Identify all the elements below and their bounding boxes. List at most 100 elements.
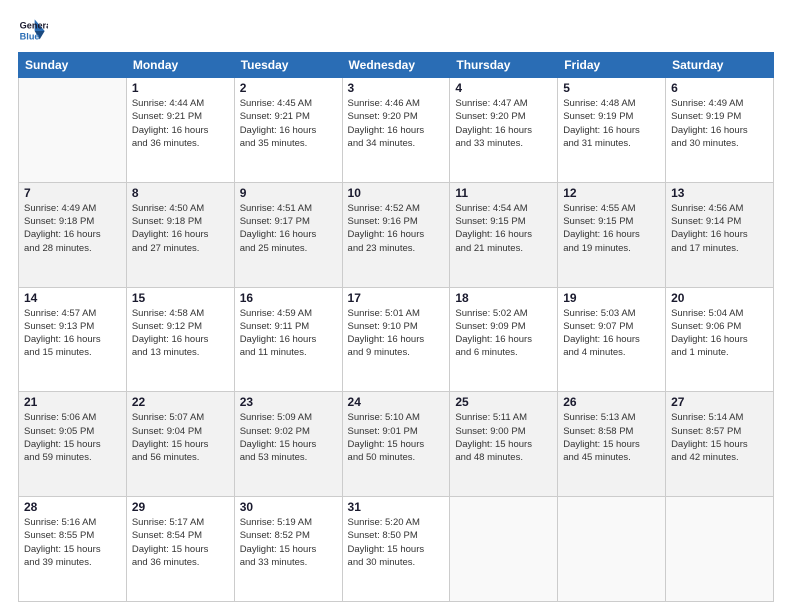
day-number: 3 xyxy=(348,81,445,95)
day-number: 10 xyxy=(348,186,445,200)
calendar-cell: 8 Sunrise: 4:50 AMSunset: 9:18 PMDaylight… xyxy=(126,182,234,287)
calendar-cell: 12Sunrise: 4:55 AMSunset: 9:15 PMDayligh… xyxy=(558,182,666,287)
cell-content: Sunrise: 4:54 AMSunset: 9:15 PMDaylight:… xyxy=(455,202,552,255)
calendar-cell: 27 Sunrise: 5:14 AMSunset: 8:57 PMDayligh… xyxy=(666,392,774,497)
calendar-week-row: 28 Sunrise: 5:16 AMSunset: 8:55 PMDayligh… xyxy=(19,497,774,602)
cell-content: Sunrise: 5:14 AMSunset: 8:57 PMDaylight:… xyxy=(671,411,768,464)
day-number: 1 xyxy=(132,81,229,95)
calendar-cell: 24 Sunrise: 5:10 AMSunset: 9:01 PMDayligh… xyxy=(342,392,450,497)
day-number: 11 xyxy=(455,186,552,200)
col-header-wednesday: Wednesday xyxy=(342,53,450,78)
calendar-week-row: 14Sunrise: 4:57 AMSunset: 9:13 PMDayligh… xyxy=(19,287,774,392)
cell-content: Sunrise: 4:58 AMSunset: 9:12 PMDaylight:… xyxy=(132,307,229,360)
calendar-cell: 10 Sunrise: 4:52 AMSunset: 9:16 PMDayligh… xyxy=(342,182,450,287)
logo: General Blue xyxy=(18,16,48,46)
day-number: 21 xyxy=(24,395,121,409)
calendar-cell: 5 Sunrise: 4:48 AMSunset: 9:19 PMDaylight… xyxy=(558,78,666,183)
logo-icon: General Blue xyxy=(18,16,48,46)
calendar-cell: 13Sunrise: 4:56 AMSunset: 9:14 PMDayligh… xyxy=(666,182,774,287)
calendar-week-row: 1 Sunrise: 4:44 AMSunset: 9:21 PMDaylight… xyxy=(19,78,774,183)
cell-content: Sunrise: 5:01 AMSunset: 9:10 PMDaylight:… xyxy=(348,307,445,360)
calendar-cell: 9 Sunrise: 4:51 AMSunset: 9:17 PMDaylight… xyxy=(234,182,342,287)
calendar-cell: 3 Sunrise: 4:46 AMSunset: 9:20 PMDaylight… xyxy=(342,78,450,183)
calendar-cell: 31Sunrise: 5:20 AMSunset: 8:50 PMDayligh… xyxy=(342,497,450,602)
page: General Blue SundayMondayTuesdayWednesda… xyxy=(0,0,792,612)
calendar-cell: 1 Sunrise: 4:44 AMSunset: 9:21 PMDaylight… xyxy=(126,78,234,183)
day-number: 4 xyxy=(455,81,552,95)
calendar-cell: 22 Sunrise: 5:07 AMSunset: 9:04 PMDayligh… xyxy=(126,392,234,497)
cell-content: Sunrise: 5:19 AMSunset: 8:52 PMDaylight:… xyxy=(240,516,337,569)
day-number: 9 xyxy=(240,186,337,200)
cell-content: Sunrise: 5:09 AMSunset: 9:02 PMDaylight:… xyxy=(240,411,337,464)
cell-content: Sunrise: 5:10 AMSunset: 9:01 PMDaylight:… xyxy=(348,411,445,464)
day-number: 16 xyxy=(240,291,337,305)
day-number: 22 xyxy=(132,395,229,409)
cell-content: Sunrise: 4:51 AMSunset: 9:17 PMDaylight:… xyxy=(240,202,337,255)
col-header-sunday: Sunday xyxy=(19,53,127,78)
cell-content: Sunrise: 5:07 AMSunset: 9:04 PMDaylight:… xyxy=(132,411,229,464)
svg-text:Blue: Blue xyxy=(20,31,40,41)
cell-content: Sunrise: 5:11 AMSunset: 9:00 PMDaylight:… xyxy=(455,411,552,464)
col-header-friday: Friday xyxy=(558,53,666,78)
calendar-cell: 28 Sunrise: 5:16 AMSunset: 8:55 PMDayligh… xyxy=(19,497,127,602)
calendar-cell: 21 Sunrise: 5:06 AMSunset: 9:05 PMDayligh… xyxy=(19,392,127,497)
day-number: 17 xyxy=(348,291,445,305)
svg-text:General: General xyxy=(20,21,48,31)
calendar-cell: 2 Sunrise: 4:45 AMSunset: 9:21 PMDaylight… xyxy=(234,78,342,183)
cell-content: Sunrise: 5:13 AMSunset: 8:58 PMDaylight:… xyxy=(563,411,660,464)
col-header-tuesday: Tuesday xyxy=(234,53,342,78)
cell-content: Sunrise: 4:52 AMSunset: 9:16 PMDaylight:… xyxy=(348,202,445,255)
cell-content: Sunrise: 4:45 AMSunset: 9:21 PMDaylight:… xyxy=(240,97,337,150)
day-number: 29 xyxy=(132,500,229,514)
day-number: 24 xyxy=(348,395,445,409)
calendar-cell xyxy=(450,497,558,602)
day-number: 2 xyxy=(240,81,337,95)
calendar-cell: 15 Sunrise: 4:58 AMSunset: 9:12 PMDayligh… xyxy=(126,287,234,392)
calendar-cell: 30Sunrise: 5:19 AMSunset: 8:52 PMDayligh… xyxy=(234,497,342,602)
day-number: 6 xyxy=(671,81,768,95)
day-number: 19 xyxy=(563,291,660,305)
cell-content: Sunrise: 4:44 AMSunset: 9:21 PMDaylight:… xyxy=(132,97,229,150)
calendar-week-row: 21 Sunrise: 5:06 AMSunset: 9:05 PMDayligh… xyxy=(19,392,774,497)
cell-content: Sunrise: 4:59 AMSunset: 9:11 PMDaylight:… xyxy=(240,307,337,360)
header: General Blue xyxy=(18,16,774,46)
calendar-cell: 20Sunrise: 5:04 AMSunset: 9:06 PMDayligh… xyxy=(666,287,774,392)
cell-content: Sunrise: 5:06 AMSunset: 9:05 PMDaylight:… xyxy=(24,411,121,464)
cell-content: Sunrise: 5:17 AMSunset: 8:54 PMDaylight:… xyxy=(132,516,229,569)
cell-content: Sunrise: 4:47 AMSunset: 9:20 PMDaylight:… xyxy=(455,97,552,150)
calendar-table: SundayMondayTuesdayWednesdayThursdayFrid… xyxy=(18,52,774,602)
cell-content: Sunrise: 5:03 AMSunset: 9:07 PMDaylight:… xyxy=(563,307,660,360)
cell-content: Sunrise: 4:46 AMSunset: 9:20 PMDaylight:… xyxy=(348,97,445,150)
cell-content: Sunrise: 5:16 AMSunset: 8:55 PMDaylight:… xyxy=(24,516,121,569)
calendar-cell: 7 Sunrise: 4:49 AMSunset: 9:18 PMDaylight… xyxy=(19,182,127,287)
day-number: 14 xyxy=(24,291,121,305)
cell-content: Sunrise: 5:02 AMSunset: 9:09 PMDaylight:… xyxy=(455,307,552,360)
calendar-cell xyxy=(558,497,666,602)
calendar-cell: 18Sunrise: 5:02 AMSunset: 9:09 PMDayligh… xyxy=(450,287,558,392)
day-number: 15 xyxy=(132,291,229,305)
calendar-cell: 25Sunrise: 5:11 AMSunset: 9:00 PMDayligh… xyxy=(450,392,558,497)
day-number: 27 xyxy=(671,395,768,409)
calendar-cell: 17 Sunrise: 5:01 AMSunset: 9:10 PMDayligh… xyxy=(342,287,450,392)
day-number: 23 xyxy=(240,395,337,409)
calendar-cell: 19 Sunrise: 5:03 AMSunset: 9:07 PMDayligh… xyxy=(558,287,666,392)
calendar-cell xyxy=(666,497,774,602)
day-number: 28 xyxy=(24,500,121,514)
calendar-cell: 4 Sunrise: 4:47 AMSunset: 9:20 PMDaylight… xyxy=(450,78,558,183)
col-header-thursday: Thursday xyxy=(450,53,558,78)
cell-content: Sunrise: 4:50 AMSunset: 9:18 PMDaylight:… xyxy=(132,202,229,255)
calendar-cell: 29 Sunrise: 5:17 AMSunset: 8:54 PMDayligh… xyxy=(126,497,234,602)
day-number: 31 xyxy=(348,500,445,514)
day-number: 7 xyxy=(24,186,121,200)
cell-content: Sunrise: 4:49 AMSunset: 9:18 PMDaylight:… xyxy=(24,202,121,255)
calendar-week-row: 7 Sunrise: 4:49 AMSunset: 9:18 PMDaylight… xyxy=(19,182,774,287)
calendar-cell xyxy=(19,78,127,183)
calendar-cell: 11 Sunrise: 4:54 AMSunset: 9:15 PMDayligh… xyxy=(450,182,558,287)
day-number: 5 xyxy=(563,81,660,95)
day-number: 26 xyxy=(563,395,660,409)
cell-content: Sunrise: 4:48 AMSunset: 9:19 PMDaylight:… xyxy=(563,97,660,150)
cell-content: Sunrise: 5:04 AMSunset: 9:06 PMDaylight:… xyxy=(671,307,768,360)
day-number: 12 xyxy=(563,186,660,200)
calendar-cell: 23 Sunrise: 5:09 AMSunset: 9:02 PMDayligh… xyxy=(234,392,342,497)
day-number: 8 xyxy=(132,186,229,200)
